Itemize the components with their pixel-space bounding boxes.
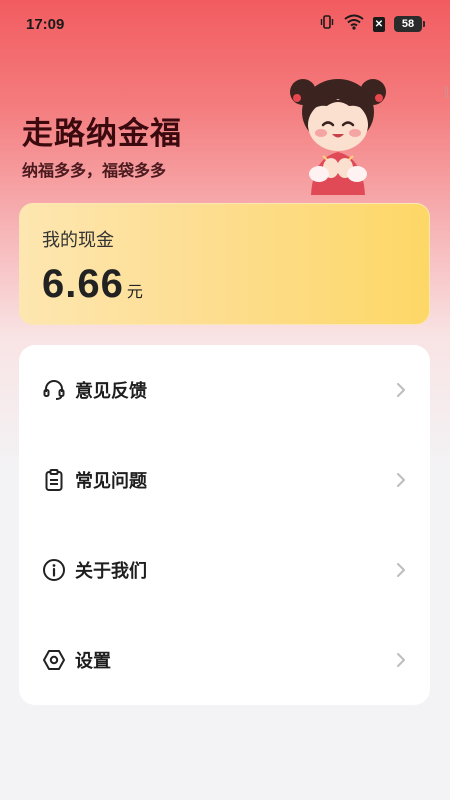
menu-item-label: 意见反馈	[75, 381, 147, 402]
vibrate-icon	[319, 14, 335, 34]
info-icon	[41, 557, 67, 583]
menu-card: 意见反馈 常见问题 关于我们 设置	[19, 345, 430, 705]
menu-item-label: 关于我们	[75, 561, 147, 582]
page-subtitle: 纳福多多，福袋多多	[22, 161, 167, 180]
wifi-icon	[344, 14, 364, 34]
clipboard-icon	[41, 467, 67, 493]
menu-item-label: 常见问题	[75, 471, 147, 492]
cash-value-row: 6.66 元	[42, 262, 407, 307]
headset-icon	[41, 377, 67, 403]
sim-off-icon: ✕	[373, 16, 385, 32]
edge-handle	[445, 86, 448, 98]
settings-hex-icon	[41, 647, 67, 673]
cash-unit: 元	[126, 282, 143, 301]
mascot-girl-illustration	[290, 79, 386, 195]
page-title: 走路纳金福	[22, 116, 182, 152]
menu-item-faq[interactable]: 常见问题	[19, 435, 430, 525]
status-bar: 17:09 ✕ 58	[0, 0, 450, 48]
menu-item-settings[interactable]: 设置	[19, 615, 430, 705]
menu-item-about[interactable]: 关于我们	[19, 525, 430, 615]
status-icons: ✕ 58	[319, 14, 425, 34]
menu-item-label: 设置	[75, 651, 111, 672]
status-time: 17:09	[26, 15, 65, 33]
cash-balance-card[interactable]: 我的现金 6.66 元	[19, 203, 430, 325]
chevron-right-icon	[397, 563, 405, 577]
chevron-right-icon	[397, 473, 405, 487]
chevron-right-icon	[397, 653, 405, 667]
battery-icon: 58	[394, 16, 425, 32]
chevron-right-icon	[397, 383, 405, 397]
cash-amount: 6.66	[42, 262, 124, 306]
menu-item-feedback[interactable]: 意见反馈	[19, 345, 430, 435]
cash-label: 我的现金	[42, 230, 114, 251]
